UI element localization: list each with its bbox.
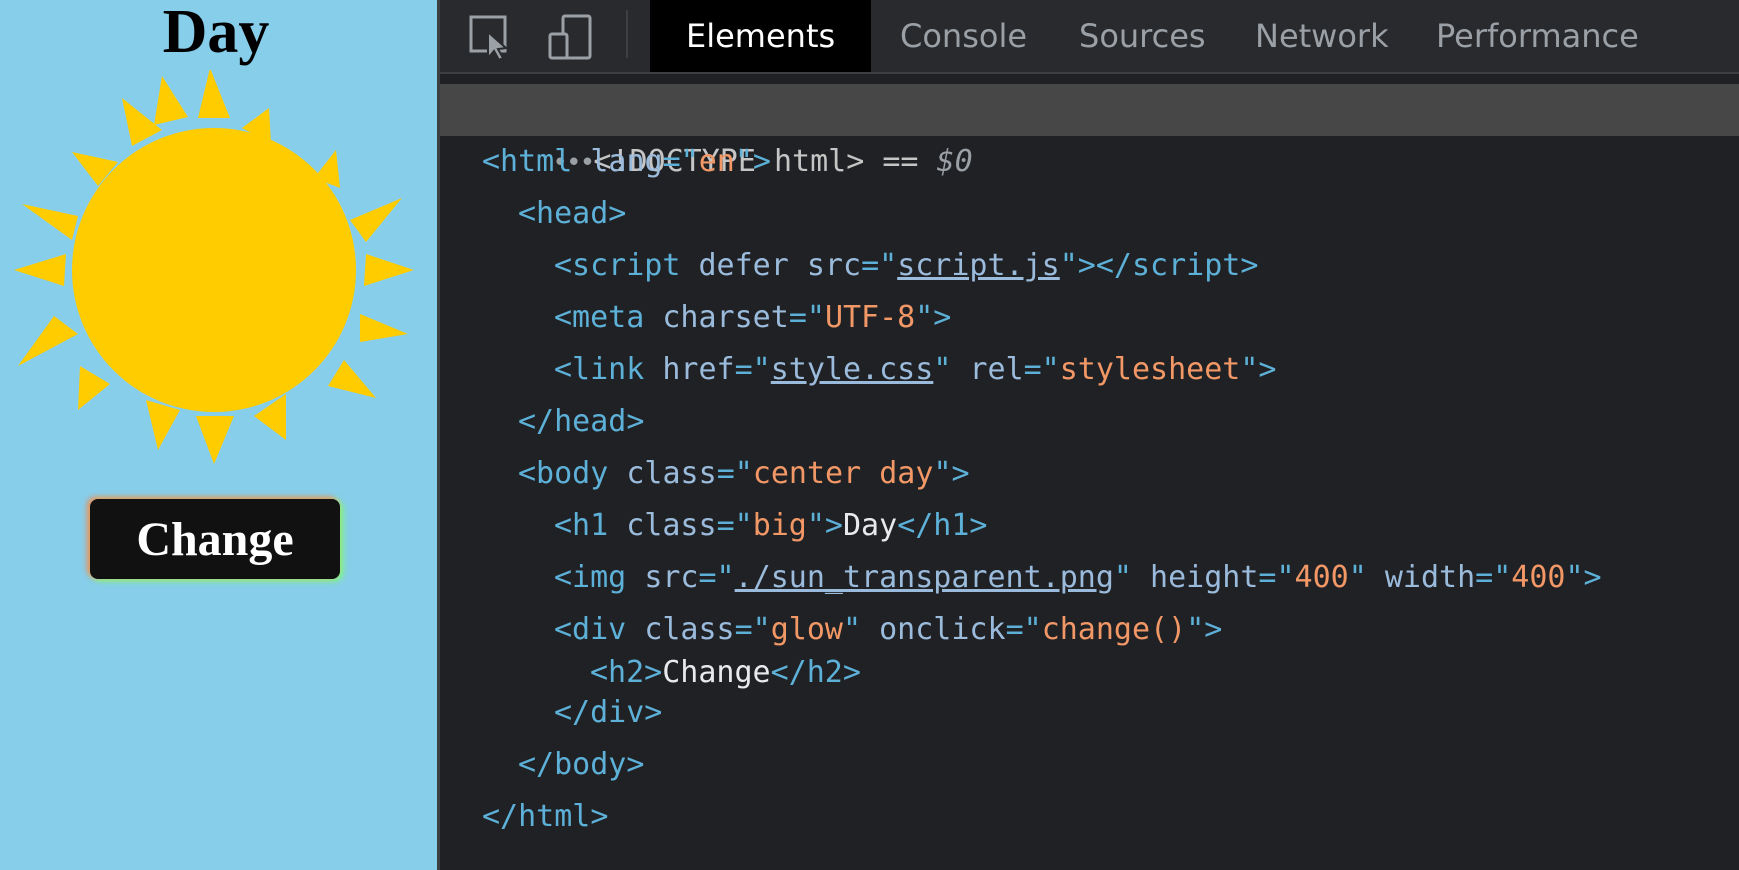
sun-image — [14, 70, 414, 464]
tab-performance[interactable]: Performance — [1400, 0, 1675, 72]
tab-sources[interactable]: Sources — [1043, 0, 1242, 72]
dom-node-h1[interactable]: <h1 class="big">Day</h1> — [554, 500, 988, 552]
dom-node-html-close[interactable]: </html> — [482, 791, 608, 843]
dom-node-doctype[interactable]: •••<!DOCTYPE html> == $0 — [440, 84, 1739, 179]
dom-node-script[interactable]: <script defer src="script.js"></script> — [554, 240, 1258, 292]
dom-node-head[interactable]: <head> — [518, 188, 626, 240]
tab-network[interactable]: Network — [1219, 0, 1425, 72]
dom-node-img[interactable]: <img src="./sun_transparent.png" height=… — [554, 552, 1602, 604]
dom-node-html[interactable]: <html lang="en"> — [482, 136, 771, 188]
devtools-panel: Elements Console Sources Network Perform… — [437, 0, 1739, 870]
tab-console[interactable]: Console — [864, 0, 1063, 72]
device-toolbar-icon[interactable] — [548, 14, 594, 60]
dom-node-meta[interactable]: <meta charset="UTF-8"> — [554, 292, 951, 344]
change-button-label: Change — [136, 512, 294, 566]
dom-node-head-close[interactable]: </head> — [518, 396, 644, 448]
page-preview: Day Change — [0, 0, 437, 870]
dom-node-div-close[interactable]: </div> — [554, 687, 662, 739]
dom-node-body[interactable]: <body class="center day"> — [518, 448, 970, 500]
page-heading: Day — [162, 0, 270, 66]
tab-elements[interactable]: Elements — [650, 0, 872, 72]
toolbar-separator — [626, 10, 628, 58]
script-src-link[interactable]: script.js — [897, 248, 1060, 283]
change-button[interactable]: Change — [90, 499, 340, 579]
dom-node-link[interactable]: <link href="style.css" rel="stylesheet"> — [554, 344, 1277, 396]
dom-node-body-close[interactable]: </body> — [518, 739, 644, 791]
devtools-toolbar: Elements Console Sources Network Perform… — [440, 0, 1739, 74]
stylesheet-href-link[interactable]: style.css — [771, 352, 934, 387]
inspect-element-icon[interactable] — [468, 14, 514, 60]
img-src-link[interactable]: ./sun_transparent.png — [735, 560, 1114, 595]
